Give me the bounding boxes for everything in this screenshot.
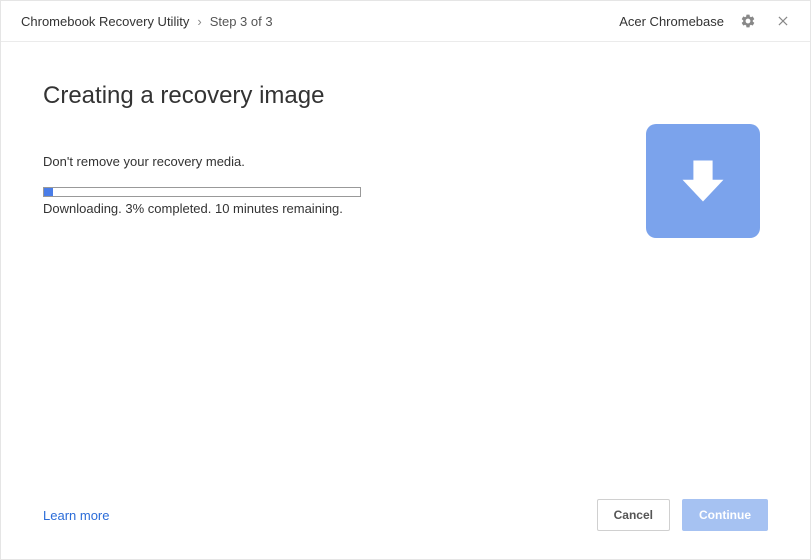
app-title: Chromebook Recovery Utility [21,14,189,29]
download-icon [646,124,760,238]
breadcrumb-separator: › [197,14,201,29]
learn-more-link[interactable]: Learn more [43,508,109,523]
page-title: Creating a recovery image [43,82,768,110]
step-indicator: Step 3 of 3 [210,14,273,29]
main-content: Creating a recovery image Don't remove y… [1,42,810,481]
footer-bar: Learn more Cancel Continue [1,481,810,559]
progress-fill [44,188,53,196]
header-bar: Chromebook Recovery Utility › Step 3 of … [1,1,810,42]
device-name-label: Acer Chromebase [619,14,724,29]
cancel-button[interactable]: Cancel [597,499,670,531]
close-icon[interactable] [776,14,790,28]
progress-bar [43,187,361,197]
continue-button[interactable]: Continue [682,499,768,531]
app-window: Chromebook Recovery Utility › Step 3 of … [0,0,811,560]
gear-icon[interactable] [740,13,756,29]
